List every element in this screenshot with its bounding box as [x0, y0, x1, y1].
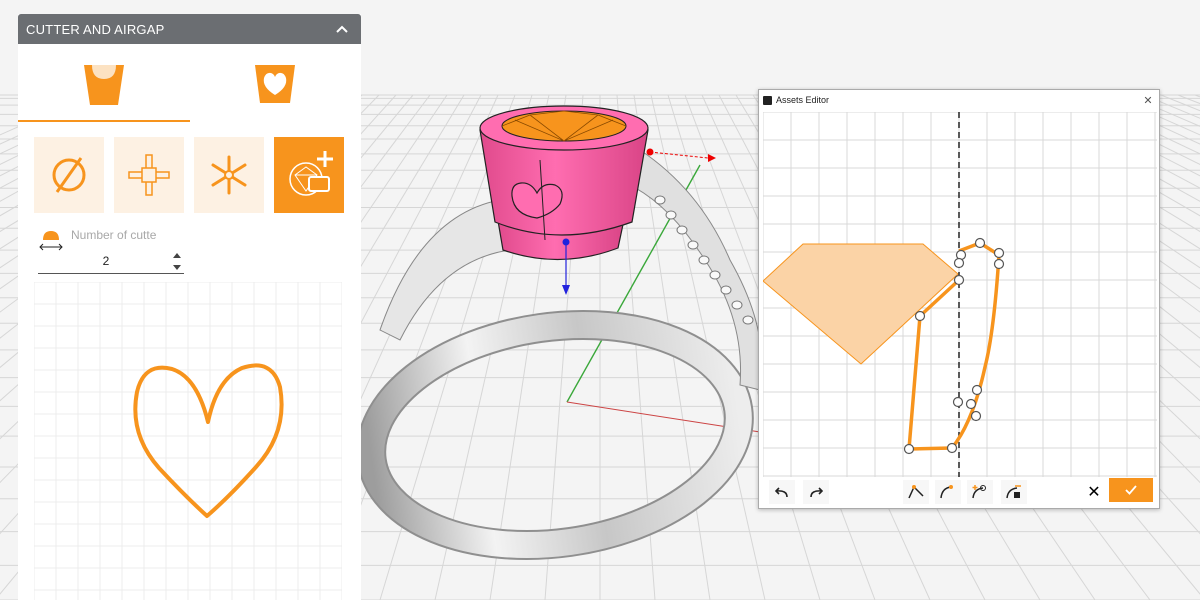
editor-toolbar: ✕ [763, 478, 1157, 506]
control-point [965, 398, 977, 410]
panel-header[interactable]: CUTTER AND AIRGAP [18, 14, 361, 44]
check-icon[interactable] [1109, 478, 1153, 502]
side-stone [731, 300, 743, 310]
side-stone [720, 285, 732, 295]
star-cutter-button[interactable] [194, 137, 264, 213]
cutter-shape-canvas[interactable] [34, 282, 342, 600]
stepper-down-icon[interactable] [171, 262, 183, 272]
editor-titlebar[interactable]: Assets Editor ✕ [759, 90, 1159, 110]
editor-title: Assets Editor [776, 95, 830, 105]
assets-editor-window: Assets Editor ✕ ✕ [758, 89, 1160, 509]
control-point [914, 310, 926, 322]
undo-icon[interactable] [769, 480, 795, 504]
side-stone [676, 225, 688, 235]
close-icon[interactable]: ✕ [1141, 93, 1155, 107]
heart-airgap-tab-icon [255, 65, 296, 103]
tab-underline [18, 120, 190, 122]
profile-editor-canvas[interactable] [763, 112, 1157, 477]
tab-airgap[interactable] [190, 44, 362, 124]
control-point [993, 247, 1005, 259]
stone-setting[interactable] [479, 105, 649, 261]
smooth-point-icon[interactable] [935, 480, 961, 504]
stepper-up-icon[interactable] [171, 250, 183, 260]
control-point [946, 442, 958, 454]
number-of-cutters-label: Number of cutte [71, 228, 157, 242]
side-stone [687, 240, 699, 250]
cross-cutter-button[interactable] [114, 137, 184, 213]
cancel-icon[interactable]: ✕ [1081, 480, 1107, 504]
side-stone [742, 315, 754, 325]
gem-profile-shape [763, 243, 959, 365]
collapse-chevron-icon[interactable] [333, 20, 351, 38]
side-stone [654, 195, 666, 205]
control-point [993, 258, 1005, 270]
number-of-cutters-field: Number of cutte [38, 224, 188, 276]
tab-cutter[interactable] [18, 44, 190, 124]
control-point [971, 384, 983, 396]
app-logo-icon [763, 95, 772, 105]
control-point [903, 443, 915, 455]
corner-point-icon[interactable] [903, 480, 929, 504]
add-gem-cutter-icon [289, 151, 333, 196]
shape-grid [34, 282, 342, 600]
control-point [974, 237, 986, 249]
control-point [952, 396, 964, 408]
circle-slash-icon [52, 157, 86, 193]
cutter-airgap-panel: CUTTER AND AIRGAP Number of cutte 2 [18, 14, 361, 600]
panel-title: CUTTER AND AIRGAP [26, 21, 165, 37]
add-point-icon[interactable] [967, 480, 993, 504]
side-stone [709, 270, 721, 280]
number-of-cutters-input[interactable] [38, 248, 184, 274]
control-point [970, 410, 982, 422]
heart-shape[interactable] [133, 363, 284, 518]
round-cutter-button[interactable] [34, 137, 104, 213]
asterisk-icon [211, 155, 247, 195]
side-stone [698, 255, 710, 265]
crosshair-icon [128, 154, 170, 196]
cutter-tab-icon [83, 65, 124, 105]
custom-cutter-button[interactable] [274, 137, 344, 213]
redo-icon[interactable] [803, 480, 829, 504]
control-point [953, 274, 965, 286]
delete-point-icon[interactable] [1001, 480, 1027, 504]
side-stone [665, 210, 677, 220]
control-point [953, 257, 965, 269]
